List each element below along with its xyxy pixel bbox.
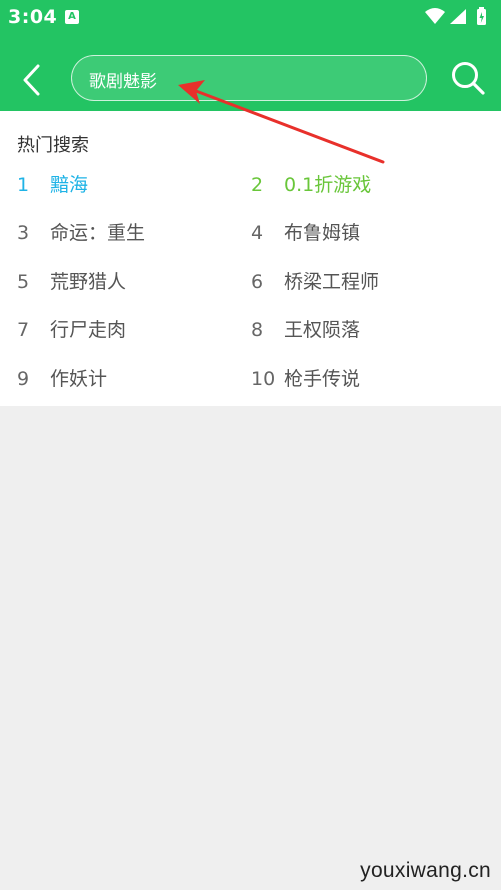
hot-search-title: 热门搜索: [17, 135, 89, 156]
search-input[interactable]: 歌剧魅影: [71, 55, 427, 101]
hot-search-label: 布鲁姆镇: [284, 222, 361, 244]
a-letter-icon: A: [65, 10, 79, 24]
signal-icon: [450, 9, 466, 24]
hot-search-rank: 3: [17, 222, 30, 244]
status-icons: [425, 7, 486, 25]
back-arrow-icon: [23, 64, 40, 96]
hot-search-rank: 1: [17, 174, 30, 196]
hot-search-item[interactable]: 7 行尸走肉: [17, 315, 126, 345]
search-query-text: 歌剧魅影: [89, 72, 157, 92]
watermark: youxiwang.cn: [360, 859, 491, 882]
hot-search-rank: 6: [251, 271, 264, 293]
hot-search-panel: 热门搜索 1 黯海 2 0.1折游戏 3 命运：重生 4 布鲁姆镇 5 荒野猎人 6 桥梁工…: [0, 111, 501, 406]
hot-search-label: 0.1折游戏: [284, 174, 372, 196]
hot-search-item[interactable]: 6 桥梁工程师: [251, 267, 379, 297]
search-icon: [452, 62, 485, 95]
hot-search-label: 作妖计: [50, 368, 108, 390]
battery-icon: [477, 7, 486, 25]
header-bar: 3:04 A 歌剧魅影: [0, 0, 501, 111]
hot-search-rank: 8: [251, 319, 264, 341]
hot-search-label: 行尸走肉: [50, 319, 127, 341]
hot-search-rank: 7: [17, 319, 30, 341]
hot-search-item[interactable]: 9 作妖计: [17, 364, 107, 394]
back-button[interactable]: [16, 60, 50, 100]
hot-search-item[interactable]: 5 荒野猎人: [17, 267, 126, 297]
hot-search-rank: 4: [251, 222, 264, 244]
hot-search-label: 桥梁工程师: [284, 271, 380, 293]
hot-search-label: 荒野猎人: [50, 271, 127, 293]
hot-search-label: 黯海: [50, 174, 89, 196]
hot-search-label: 命运：重生: [50, 222, 146, 244]
hot-search-label: 枪手传说: [284, 368, 361, 390]
hot-search-rank: 5: [17, 271, 30, 293]
status-time: 3:04: [8, 6, 58, 28]
hot-search-rank: 10: [251, 368, 276, 390]
hot-search-item[interactable]: 2 0.1折游戏: [251, 170, 371, 200]
wifi-icon: [425, 8, 445, 24]
hot-search-rank: 9: [17, 368, 30, 390]
hot-search-label: 王权陨落: [284, 319, 361, 341]
hot-search-item[interactable]: 8 王权陨落: [251, 315, 360, 345]
hot-search-item[interactable]: 4 布鲁姆镇: [251, 218, 360, 248]
status-bar: 3:04 A: [0, 0, 501, 36]
hot-search-rank: 2: [251, 174, 264, 196]
hot-search-item[interactable]: 3 命运：重生: [17, 218, 145, 248]
hot-search-item[interactable]: 1 黯海: [17, 170, 88, 200]
search-button[interactable]: [448, 58, 488, 98]
search-screen: 3:04 A 歌剧魅影 热门搜索 1 黯海 2 0.1折游戏 3 命运：重生 4…: [0, 0, 501, 890]
hot-search-item[interactable]: 10 枪手传说: [251, 364, 360, 394]
